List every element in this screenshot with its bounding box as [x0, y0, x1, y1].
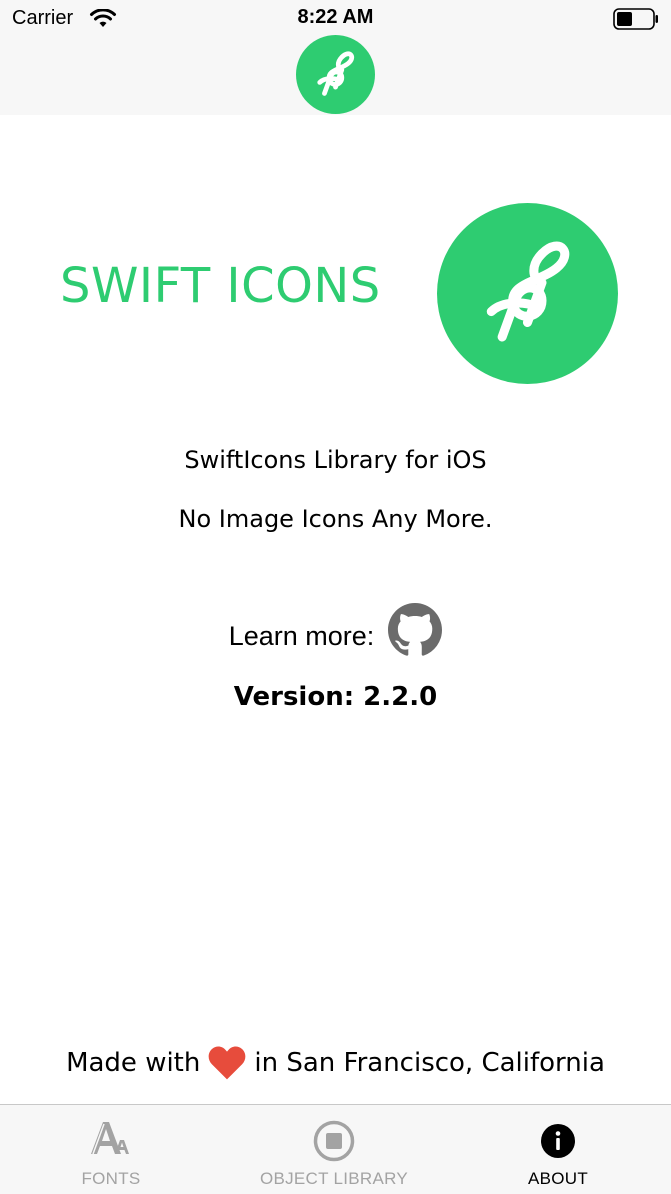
heart-icon: [209, 1046, 246, 1080]
tab-bar: FONTS OBJECT LIBRARY ABOUT: [0, 1104, 671, 1194]
info-icon: [541, 1124, 575, 1158]
tab-about[interactable]: ABOUT: [487, 1105, 629, 1194]
hero-title: SWIFT ICONS: [60, 258, 381, 314]
github-icon[interactable]: [388, 603, 443, 657]
about-screen: Carrier 8:22 AM SWIFT ICONS SwiftIcons L…: [0, 0, 671, 1194]
clock: 8:22 AM: [297, 6, 374, 28]
tab-about-label: ABOUT: [527, 1169, 589, 1188]
swift-icons-logo-icon: [296, 35, 375, 114]
made-with-footer: Made with in San Francisco, California: [0, 1040, 671, 1086]
made-with-label: Made with: [66, 1048, 201, 1078]
learn-more-label: Learn more:: [228, 620, 375, 651]
object-library-icon: [313, 1120, 355, 1162]
learn-more-row: Learn more:: [0, 602, 671, 658]
battery-icon: [613, 8, 658, 30]
tab-fonts-label: FONTS: [81, 1169, 141, 1188]
tab-fonts[interactable]: FONTS: [40, 1105, 182, 1194]
no-image-tagline: No Image Icons Any More.: [178, 505, 493, 533]
tab-object-library-label: OBJECT LIBRARY: [259, 1169, 409, 1188]
tab-object-library[interactable]: OBJECT LIBRARY: [236, 1105, 432, 1194]
status-bar: Carrier 8:22 AM: [0, 0, 671, 40]
version-label: Version: 2.2.0: [233, 682, 438, 712]
library-tagline: SwiftIcons Library for iOS: [184, 446, 487, 474]
top-bar: Carrier 8:22 AM: [0, 0, 671, 115]
swift-icons-logo-icon: [437, 203, 618, 384]
fonts-icon: [91, 1122, 129, 1155]
location-label: in San Francisco, California: [254, 1048, 605, 1078]
